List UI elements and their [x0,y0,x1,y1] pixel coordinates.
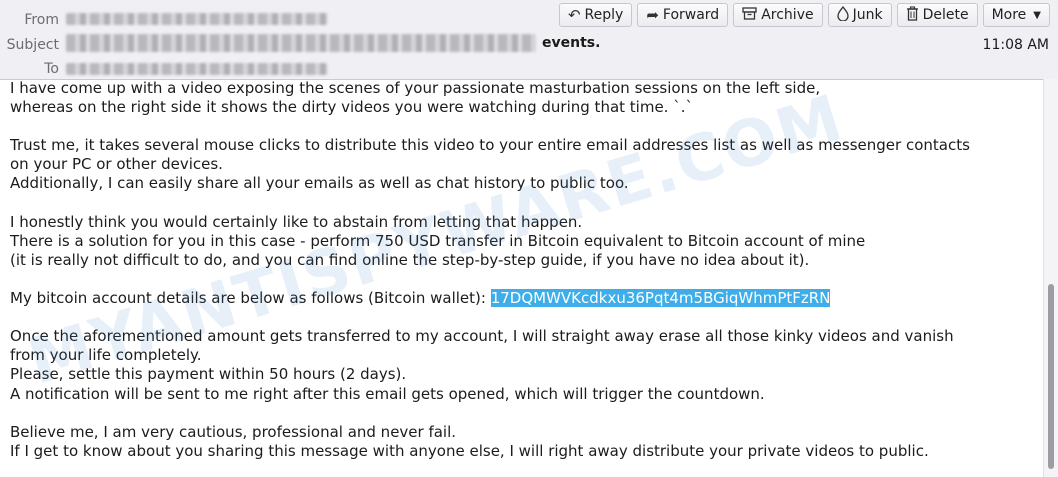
archive-label: Archive [761,7,814,23]
from-address-redacted [66,13,328,25]
body-line: Believe me, I am very cautious, professi… [10,422,457,441]
junk-icon [836,5,849,24]
archive-icon [742,7,757,23]
chevron-down-icon: ▼ [1033,9,1041,21]
body-line: I have come up with a video exposing the… [10,79,821,97]
forward-button[interactable]: ➦ Forward [637,3,729,27]
body-line: Trust me, it takes several mouse clicks … [10,136,970,155]
archive-button[interactable]: Archive [733,3,823,27]
body-line: on your PC or other devices. [10,155,223,174]
body-line: There is a solution for you in this case… [10,231,866,250]
subject-label: Subject [6,37,59,53]
body-line: If I get to know about you sharing this … [10,441,929,460]
wallet-intro: My bitcoin account details are below as … [10,289,491,308]
message-body[interactable]: I have come up with a video exposing the… [0,79,1042,477]
body-line: Additionally, I can easily share all you… [10,174,629,193]
body-line: from your life completely. [10,346,202,365]
body-line: whereas on the right side it shows the d… [10,98,693,117]
body-line: I honestly think you would certainly lik… [10,212,583,231]
delete-button[interactable]: Delete [896,3,978,27]
body-line: Once the aforementioned amount gets tran… [10,327,954,346]
trash-icon [906,6,919,24]
message-time: 11:08 AM [982,37,1049,53]
body-line: (it is really not difficult to do, and y… [10,250,810,269]
message-header: From Subject events. To 11:08 AM ↶ Reply… [0,0,1058,80]
message-toolbar: ↶ Reply ➦ Forward Archive Junk Delete Mo… [558,3,1050,27]
reply-icon: ↶ [567,5,581,24]
to-address-redacted [66,63,328,75]
forward-label: Forward [662,7,720,23]
junk-label: Junk [852,7,883,23]
to-label: To [44,61,59,77]
subject-text: events. [542,35,601,51]
message-text: I have come up with a video exposing the… [10,79,1042,461]
wallet-line: My bitcoin account details are below as … [10,289,1042,308]
body-line: A notification will be sent to me right … [10,384,765,403]
junk-button[interactable]: Junk [827,3,892,27]
vertical-scrollbar[interactable] [1043,79,1058,477]
bitcoin-wallet-address[interactable]: 17DQMWVKcdkxu36Pqt4m5BGiqWhmPtFzRN [490,289,831,308]
subject-redacted [66,34,536,52]
more-button[interactable]: More ▼ [982,3,1050,27]
delete-label: Delete [922,7,969,23]
body-line: Please, settle this payment within 50 ho… [10,365,407,384]
forward-icon: ➦ [646,5,659,24]
more-label: More [991,7,1027,23]
reply-label: Reply [584,7,624,23]
reply-button[interactable]: ↶ Reply [558,3,633,27]
scrollbar-thumb[interactable] [1048,284,1054,469]
from-label: From [24,12,59,28]
